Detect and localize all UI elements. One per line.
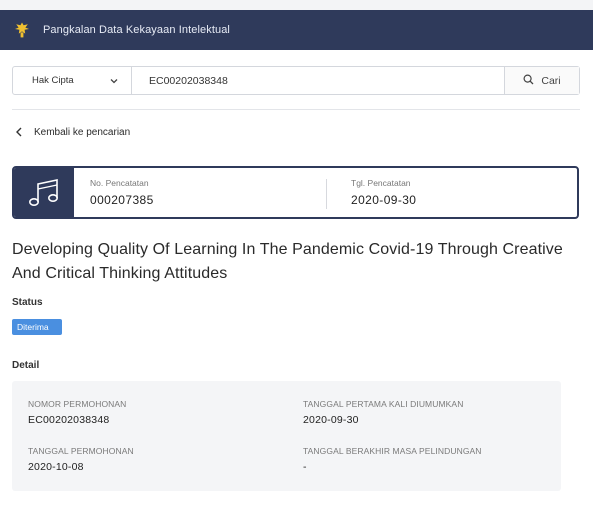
search-input[interactable] (131, 67, 504, 94)
status-badge: Diterima (12, 319, 62, 335)
field-label: TANGGAL PERTAMA KALI DIUMUMKAN (303, 399, 464, 409)
reg-number-value: 000207385 (90, 193, 154, 207)
divider (12, 109, 580, 110)
music-note-icon (14, 168, 74, 217)
search-button-label: Cari (541, 74, 561, 87)
field-label: NOMOR PERMOHONAN (28, 399, 127, 409)
work-title: Developing Quality Of Learning In The Pa… (12, 241, 563, 282)
ip-type-selected: Hak Cipta (32, 75, 74, 86)
chevron-left-icon (15, 126, 25, 138)
status-label: Status (12, 297, 43, 308)
chevron-down-icon (109, 76, 119, 86)
field-value: 2020-09-30 (303, 414, 359, 426)
field-application-date: TANGGAL PERMOHONAN 2020-10-08 (28, 446, 134, 473)
top-navbar: Pangkalan Data Kekayaan Intelektual (0, 10, 593, 50)
garuda-emblem-icon[interactable] (12, 20, 32, 40)
field-label: TANGGAL BERAKHIR MASA PELINDUNGAN (303, 446, 482, 456)
reg-number-block: No. Pencatatan 000207385 (90, 168, 154, 217)
field-label: TANGGAL PERMOHONAN (28, 446, 134, 456)
browser-top-strip (0, 0, 593, 10)
detail-label: Detail (12, 360, 40, 371)
field-value: 2020-10-08 (28, 461, 84, 473)
record-summary-card: No. Pencatatan 000207385 Tgl. Pencatatan… (12, 166, 579, 219)
search-icon (523, 73, 534, 88)
field-first-announced-date: TANGGAL PERTAMA KALI DIUMUMKAN 2020-09-3… (303, 399, 463, 426)
field-protection-end-date: TANGGAL BERAKHIR MASA PELINDUNGAN - (303, 446, 482, 473)
back-link-label: Kembali ke pencarian (34, 126, 131, 138)
ip-type-select[interactable]: Hak Cipta (13, 67, 131, 94)
reg-number-label: No. Pencatatan (90, 178, 149, 188)
detail-panel: NOMOR PERMOHONAN EC00202038348 TANGGAL P… (12, 381, 561, 491)
card-divider (326, 179, 327, 209)
reg-date-value: 2020-09-30 (351, 193, 417, 207)
reg-date-block: Tgl. Pencatatan 2020-09-30 (351, 168, 416, 217)
reg-date-label: Tgl. Pencatatan (351, 178, 411, 188)
back-to-search-link[interactable]: Kembali ke pencarian (15, 126, 130, 138)
field-application-number: NOMOR PERMOHONAN EC00202038348 (28, 399, 126, 426)
field-value: EC00202038348 (28, 414, 110, 426)
search-button[interactable]: Cari (504, 67, 579, 94)
search-bar: Hak Cipta Cari (12, 66, 580, 95)
field-value: - (303, 461, 307, 473)
app-title[interactable]: Pangkalan Data Kekayaan Intelektual (43, 24, 230, 36)
